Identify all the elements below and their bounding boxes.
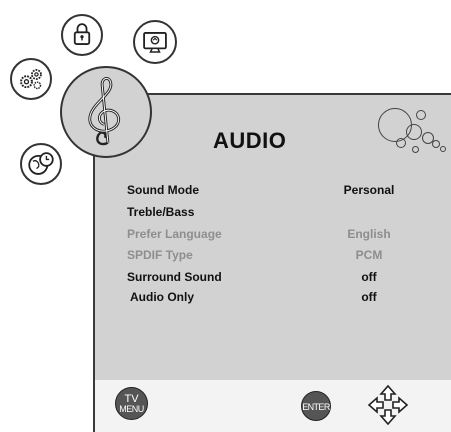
menu-item-label: Audio Only [130, 290, 194, 304]
enter-label: ENTER [302, 402, 330, 412]
menu-item-value: English [347, 227, 391, 241]
menu-item-surround-sound[interactable]: Surround Sound off [0, 270, 451, 290]
lock-icon [73, 23, 91, 45]
menu-item-value: off [361, 290, 377, 304]
menu-item-label: SPDIF Type [127, 248, 193, 262]
menu-item-value: off [361, 270, 377, 284]
tv-menu-button[interactable]: TV MENU [115, 387, 148, 420]
direction-arrows-icon [367, 384, 409, 426]
menu-item-treble-bass[interactable]: Treble/Bass [0, 205, 451, 225]
nav-time-button[interactable] [20, 143, 62, 185]
menu-item-label: Sound Mode [127, 183, 199, 197]
treble-clef-icon [88, 77, 121, 146]
menu-item-label: Treble/Bass [127, 205, 195, 219]
menu-item-label: Surround Sound [127, 270, 222, 284]
globe-clock-icon [28, 152, 54, 175]
menu-item-value: Personal [343, 183, 395, 197]
nav-lock-button[interactable] [61, 14, 103, 56]
menu-item-sound-mode[interactable]: Sound Mode Personal [0, 183, 451, 203]
menu-item-prefer-language: Prefer Language English [0, 227, 451, 247]
nav-audio-button[interactable] [60, 66, 152, 158]
nav-settings-button[interactable] [10, 58, 52, 100]
enter-button[interactable]: ENTER [301, 391, 331, 421]
nav-display-button[interactable] [133, 20, 177, 64]
tv-menu-label-bottom: MENU [119, 404, 144, 414]
arrow-pad[interactable] [367, 384, 409, 426]
menu-item-label: Prefer Language [127, 227, 222, 241]
menu-item-spdif-type: SPDIF Type PCM [0, 248, 451, 268]
menu-item-audio-only[interactable]: Audio Only off [0, 290, 451, 310]
monitor-icon [143, 32, 167, 53]
menu-item-value: PCM [355, 248, 383, 262]
page-title: AUDIO [213, 128, 287, 153]
gear-icon [20, 69, 42, 90]
